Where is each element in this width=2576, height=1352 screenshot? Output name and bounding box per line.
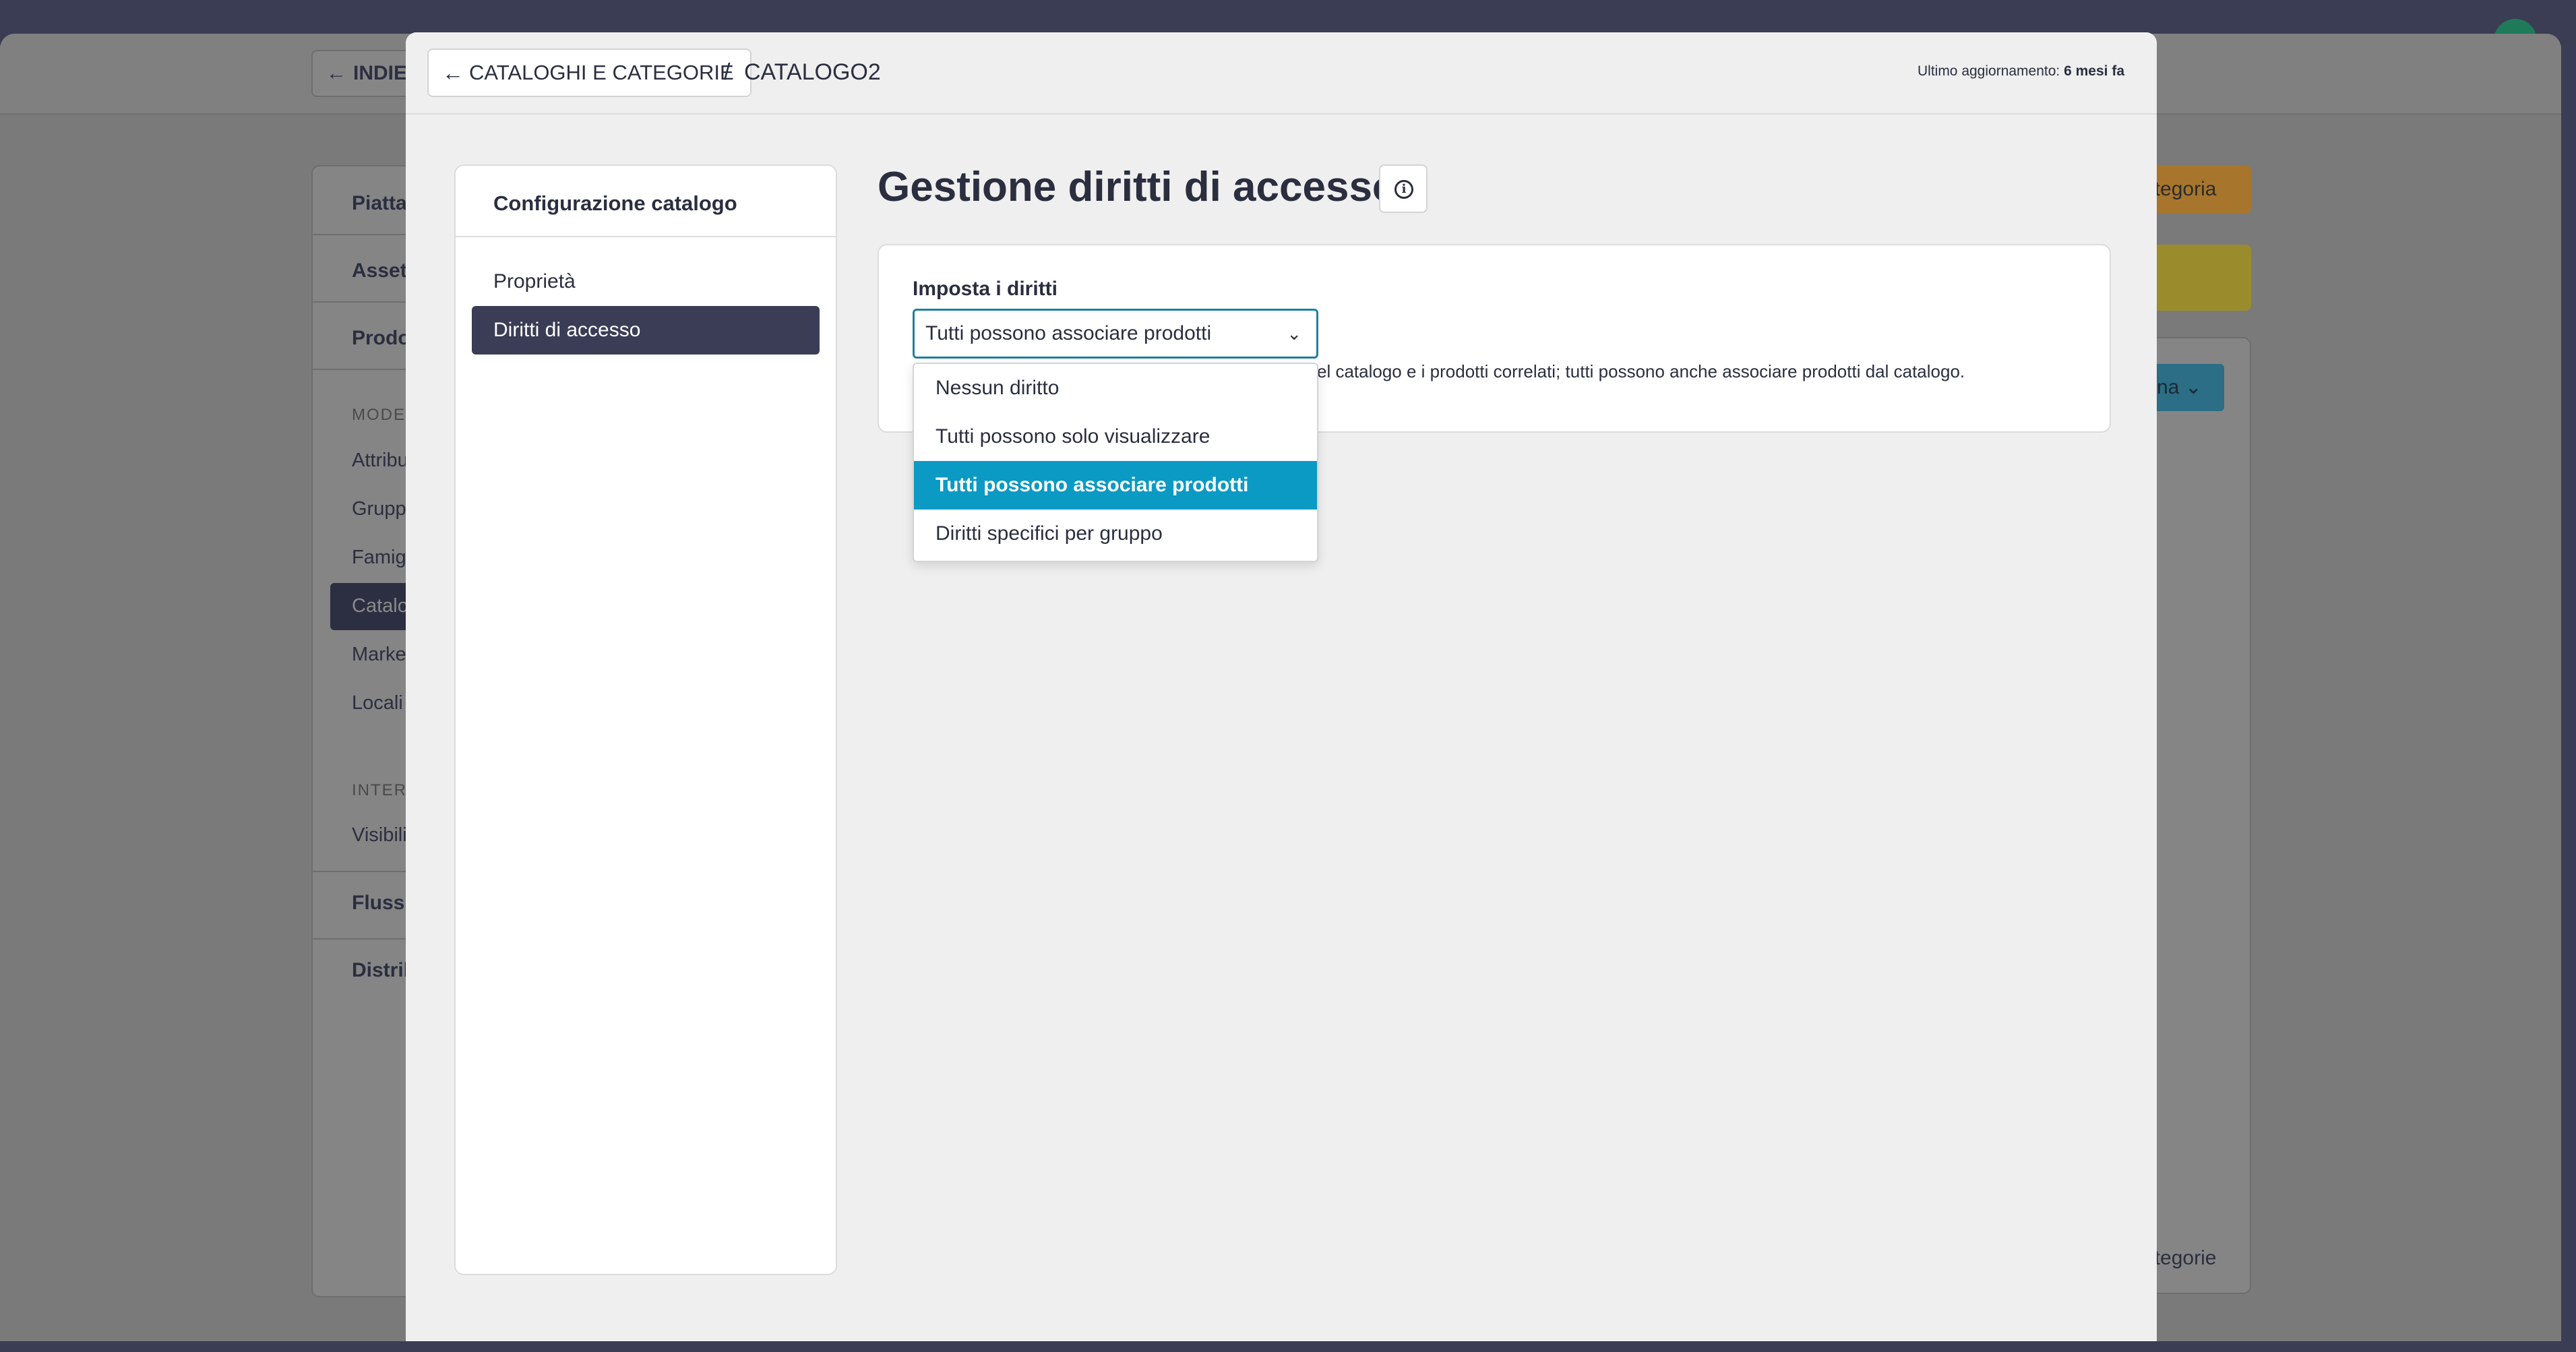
breadcrumb-current: CATALOGO2 — [744, 59, 881, 85]
background-teal-label: na — [2157, 376, 2180, 398]
background-sidebar: Piatta Asset Prodo MODEL Attribu Grupp F… — [311, 165, 431, 1297]
breadcrumb-separator: / — [724, 59, 731, 85]
option-view-only[interactable]: Tutti possono solo visualizzare — [914, 412, 1317, 461]
info-button[interactable]: i — [1379, 164, 1428, 213]
rights-help-text: el catalogo e i prodotti correlati; tutt… — [1317, 361, 1965, 381]
background-sidebar-item: Flussi — [352, 892, 410, 914]
nav-item-properties[interactable]: Proprietà — [472, 257, 820, 306]
rights-select[interactable]: Tutti possono associare prodotti ⌄ — [913, 309, 1318, 359]
background-sidebar-item: Prodo — [352, 327, 410, 349]
chevron-down-icon: ⌄ — [2184, 376, 2202, 398]
divider — [313, 871, 418, 872]
page-title: Gestione diritti di accesso — [878, 164, 1398, 210]
background-sidebar-subitem: Famig — [352, 547, 406, 568]
divider — [313, 301, 418, 303]
arrow-left-icon: ← — [442, 61, 464, 85]
last-updated-value: 6 mesi fa — [2064, 63, 2124, 79]
option-group-specific[interactable]: Diritti specifici per gruppo — [914, 510, 1317, 558]
last-updated-label: Ultimo aggiornamento: — [1917, 63, 2060, 79]
background-sidebar-subitem: Grupp — [352, 498, 406, 520]
last-updated: Ultimo aggiornamento: 6 mesi fa — [1918, 63, 2124, 80]
app-topbar — [0, 0, 2576, 34]
background-sidebar-subitem: Marke — [352, 644, 406, 665]
background-sidebar-subitem: Visibili — [352, 824, 407, 846]
back-to-catalogs-label: CATALOGHI E CATEGORIE — [469, 61, 734, 84]
catalog-config-nav: Configurazione catalogo Proprietà Diritt… — [454, 164, 837, 1275]
background-teal-button: na ⌄ — [2150, 364, 2224, 411]
rights-select-value: Tutti possono associare prodotti — [925, 322, 1212, 344]
back-to-catalogs-button[interactable]: ← CATALOGHI E CATEGORIE — [427, 49, 752, 97]
background-sidebar-item: Piatta — [352, 192, 407, 214]
divider — [313, 938, 418, 940]
background-back-label: INDIE — [353, 62, 408, 84]
option-associate-products[interactable]: Tutti possono associare prodotti — [914, 461, 1317, 510]
nav-item-access-rights[interactable]: Diritti di accesso — [472, 306, 820, 355]
background-sidebar-subitem: Attribu — [352, 450, 408, 471]
info-icon: i — [1394, 180, 1413, 199]
nav-title: Configurazione catalogo — [493, 191, 737, 215]
option-no-rights[interactable]: Nessun diritto — [914, 364, 1317, 412]
rights-field-label: Imposta i diritti — [913, 278, 1058, 300]
chevron-down-icon: ⌄ — [1287, 324, 1301, 344]
modal-header: ← CATALOGHI E CATEGORIE / CATALOGO2 Ulti… — [406, 32, 2157, 115]
divider — [313, 369, 418, 370]
arrow-left-icon: ← — [326, 62, 346, 84]
rights-dropdown-menu: Nessun diritto Tutti possono solo visual… — [913, 363, 1318, 562]
divider — [456, 236, 836, 237]
background-sidebar-subitem: Catalo — [352, 595, 408, 617]
divider — [313, 234, 418, 235]
catalog-modal: ← CATALOGHI E CATEGORIE / CATALOGO2 Ulti… — [406, 32, 2157, 1341]
background-sidebar-item: Asset — [352, 259, 407, 282]
background-sidebar-subitem: Locali — [352, 692, 403, 714]
